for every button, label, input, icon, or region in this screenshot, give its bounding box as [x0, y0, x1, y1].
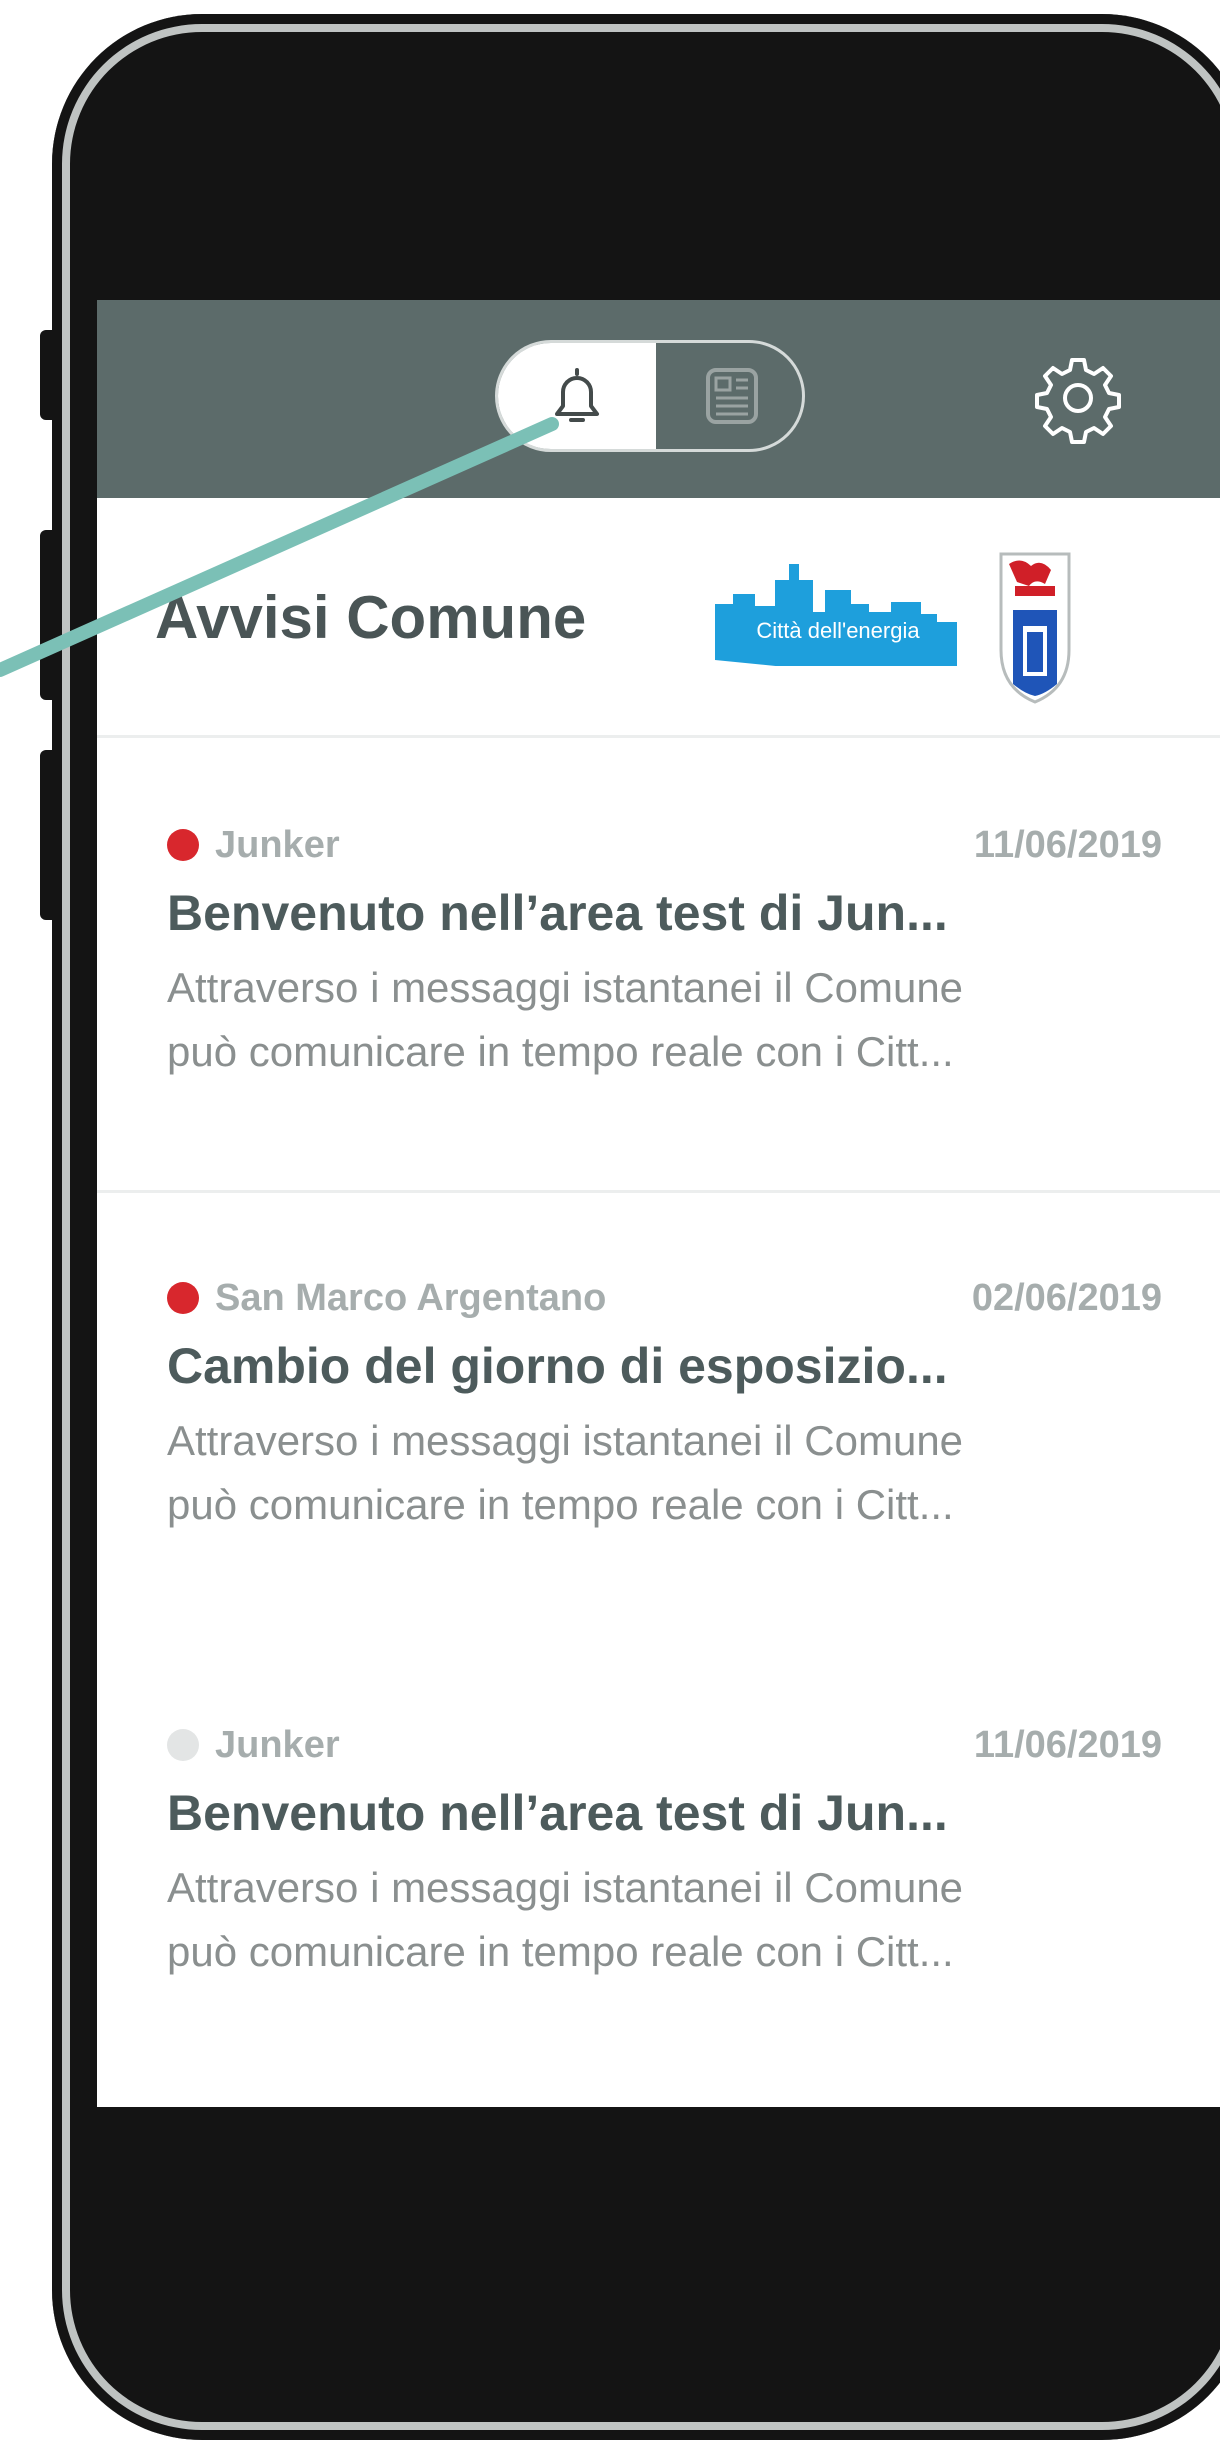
read-indicator — [167, 1729, 199, 1761]
app-screen: Avvisi Comune Città dell'energia Junker … — [97, 300, 1220, 2107]
notice-card[interactable]: Junker 11/06/2019 Benvenuto nell’area te… — [97, 1638, 1220, 2083]
notice-title: Benvenuto nell’area test di Jun... — [167, 1785, 948, 1841]
notice-meta: Junker 11/06/2019 — [167, 1720, 1162, 1770]
notice-body-line: può comunicare in tempo reale con i Citt… — [167, 1481, 954, 1528]
news-tab[interactable] — [656, 343, 802, 449]
notice-body-line: Attraverso i messaggi istantanei il Comu… — [167, 1417, 964, 1464]
notice-body: Attraverso i messaggi istantanei il Comu… — [167, 1856, 1162, 1984]
notice-body: Attraverso i messaggi istantanei il Comu… — [167, 1409, 1162, 1537]
notice-source: Junker — [215, 823, 340, 866]
notice-date: 02/06/2019 — [971, 1276, 1162, 1319]
unread-indicator — [167, 829, 199, 861]
notice-body-line: Attraverso i messaggi istantanei il Comu… — [167, 964, 964, 1011]
bell-icon — [555, 368, 599, 422]
gear-icon — [1035, 358, 1121, 444]
settings-button[interactable] — [1032, 352, 1124, 444]
page-title: Avvisi Comune — [155, 584, 587, 651]
view-toggle — [495, 340, 805, 452]
logo-text: Città dell'energia — [756, 618, 920, 643]
unread-indicator — [167, 1282, 199, 1314]
notice-body-line: Attraverso i messaggi istantanei il Comu… — [167, 1864, 964, 1911]
notice-card[interactable]: Junker 11/06/2019 Benvenuto nell’area te… — [97, 738, 1220, 1193]
notice-title: Benvenuto nell’area test di Jun... — [167, 885, 948, 941]
notice-title: Cambio del giorno di esposizio... — [167, 1338, 948, 1394]
notice-body-line: può comunicare in tempo reale con i Citt… — [167, 1028, 954, 1075]
title-bar: Avvisi Comune Città dell'energia — [97, 498, 1220, 738]
notice-body: Attraverso i messaggi istantanei il Comu… — [167, 956, 1162, 1084]
notice-date: 11/06/2019 — [973, 823, 1162, 866]
notice-meta: Junker 11/06/2019 — [167, 820, 1162, 870]
notice-source: San Marco Argentano — [215, 1276, 607, 1319]
notice-card[interactable]: San Marco Argentano 02/06/2019 Cambio de… — [97, 1193, 1220, 1638]
citta-energia-logo: Città dell'energia — [715, 564, 957, 666]
municipality-crest — [999, 552, 1071, 704]
notice-meta: San Marco Argentano 02/06/2019 — [167, 1273, 1162, 1323]
newspaper-icon — [706, 368, 758, 424]
notice-body-line: può comunicare in tempo reale con i Citt… — [167, 1928, 954, 1975]
notifications-tab[interactable] — [498, 343, 656, 449]
notice-source: Junker — [215, 1723, 340, 1766]
app-header — [97, 300, 1220, 498]
notice-date: 11/06/2019 — [973, 1723, 1162, 1766]
